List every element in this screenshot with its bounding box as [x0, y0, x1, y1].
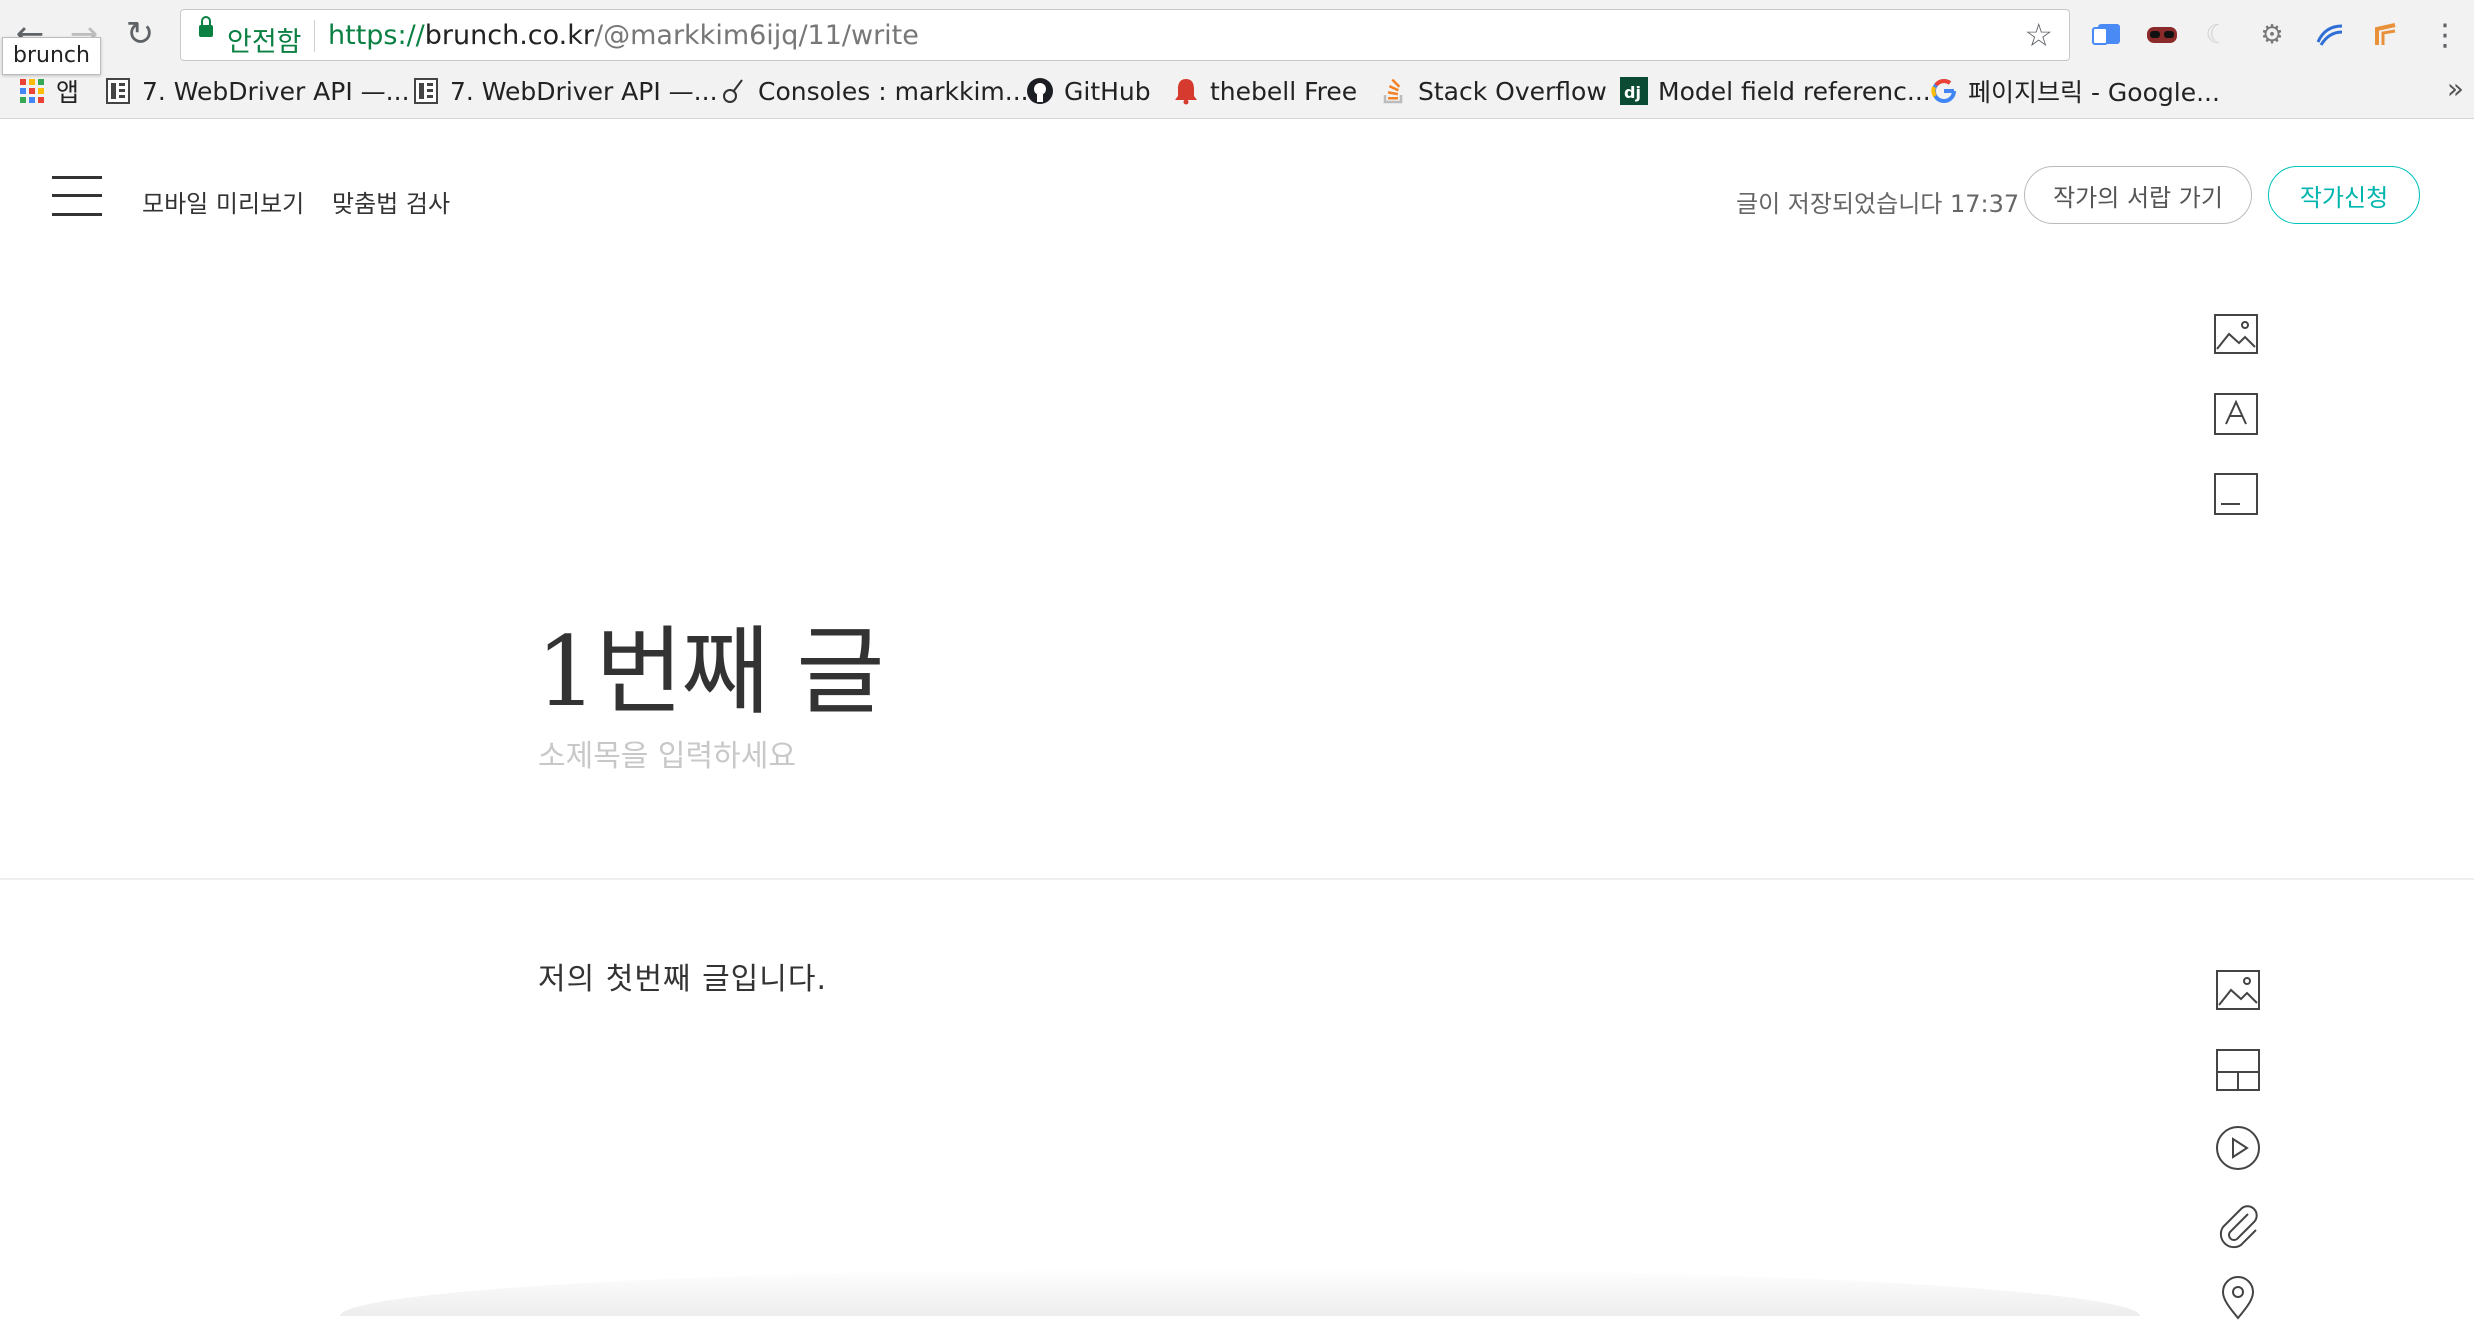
secure-label: 안전함 — [227, 27, 302, 58]
apps-grid-icon — [20, 79, 44, 103]
extension-pencil-icon[interactable] — [2370, 18, 2404, 52]
insert-layout-icon[interactable] — [2214, 1046, 2262, 1094]
bookmark-label: thebell Free — [1210, 76, 1358, 106]
apply-author-button[interactable]: 작가신청 — [2268, 166, 2420, 224]
extension-gear-icon[interactable]: ⚙ — [2255, 18, 2289, 52]
mobile-preview-link[interactable]: 모바일 미리보기 — [142, 184, 304, 219]
django-icon: dj — [1620, 77, 1648, 105]
document-icon — [414, 78, 438, 104]
address-bar[interactable]: 안전함 https://brunch.co.kr/@markkim6ijq/11… — [180, 9, 2070, 61]
align-layout-icon[interactable] — [2212, 470, 2260, 518]
insert-image-icon[interactable] — [2214, 966, 2262, 1014]
bookmark-github[interactable]: GitHub — [1026, 74, 1151, 108]
post-body[interactable]: 저의 첫번째 글입니다. — [538, 954, 827, 998]
spell-check-link[interactable]: 맞춤법 검사 — [332, 184, 450, 219]
url-text[interactable]: https://brunch.co.kr/@markkim6ijq/11/wri… — [328, 20, 919, 51]
bookmark-label: 7. WebDriver API —... — [450, 76, 718, 106]
bookmark-consoles[interactable]: Consoles : markkim... — [720, 74, 1029, 108]
bell-icon — [1175, 79, 1197, 105]
url-host: brunch.co.kr — [424, 20, 594, 51]
bookmark-webdriver-1[interactable]: 7. WebDriver API —... — [104, 74, 410, 108]
cover-image-icon[interactable] — [2212, 310, 2260, 358]
guitar-icon — [723, 79, 743, 103]
title-style-icon[interactable] — [2212, 390, 2260, 438]
reload-icon[interactable]: ↻ — [118, 12, 162, 56]
svg-text:dj: dj — [1624, 83, 1641, 102]
github-icon — [1027, 78, 1053, 104]
extension-mask-icon[interactable] — [2145, 18, 2179, 52]
tab-tooltip: brunch — [2, 37, 101, 75]
hamburger-menu-icon[interactable] — [52, 176, 102, 216]
bookmark-label: Consoles : markkim... — [758, 76, 1029, 106]
insert-video-icon[interactable] — [2214, 1124, 2262, 1172]
bookmark-django[interactable]: dj Model field referenc... — [1620, 74, 1931, 108]
subtitle-input[interactable]: 소제목을 입력하세요 — [538, 731, 796, 775]
document-icon — [106, 78, 130, 104]
extension-wave-icon[interactable] — [2313, 18, 2347, 52]
bookmark-label: Model field referenc... — [1658, 76, 1931, 106]
google-icon — [1931, 79, 1956, 103]
bookmark-star-icon[interactable]: ☆ — [2024, 16, 2053, 54]
browser-menu-icon[interactable]: ⋮ — [2428, 18, 2462, 53]
browser-chrome: ← → ↻ brunch 안전함 https://brunch.co.kr/@m… — [0, 0, 2474, 119]
bookmark-label: 페이지브릭 - Google... — [1968, 78, 2220, 107]
bookmark-webdriver-2[interactable]: 7. WebDriver API —... — [412, 74, 718, 108]
post-title[interactable]: 1번째 글 — [536, 594, 885, 733]
save-status: 글이 저장되었습니다 17:37 — [1736, 190, 2020, 218]
bookmark-label: 앱 — [56, 78, 80, 107]
bookmark-label: 7. WebDriver API —... — [142, 76, 410, 106]
extension-google-translate-icon[interactable] — [2090, 18, 2124, 52]
go-to-library-button[interactable]: 작가의 서랍 가기 — [2024, 166, 2252, 224]
editor-page: 모바일 미리보기 맞춤법 검사 글이 저장되었습니다 17:37 작가의 서랍 … — [0, 118, 2474, 1320]
lock-icon — [199, 16, 213, 37]
title-divider — [0, 878, 2474, 880]
bookmark-stackoverflow[interactable]: Stack Overflow — [1380, 74, 1607, 108]
bookmark-label: GitHub — [1064, 76, 1151, 106]
bottom-toolbar-shadow — [340, 1268, 2140, 1316]
url-path: /@markkim6ijq/11/write — [594, 20, 919, 51]
insert-location-icon[interactable] — [2214, 1274, 2262, 1322]
stackoverflow-icon — [1383, 78, 1403, 104]
attach-file-icon[interactable] — [2214, 1202, 2262, 1250]
bookmarks-bar: 앱 7. WebDriver API —... 7. WebDriver API… — [0, 70, 2474, 112]
url-separator — [314, 20, 315, 52]
bookmark-pagebrick[interactable]: 페이지브릭 - Google... — [1930, 74, 2220, 108]
bookmarks-overflow-button[interactable]: » — [2447, 72, 2464, 105]
bookmark-label: Stack Overflow — [1418, 76, 1607, 106]
bookmark-apps[interactable]: 앱 — [18, 74, 79, 108]
url-scheme: https:// — [328, 20, 425, 51]
extension-moon-icon[interactable]: ☾ — [2200, 18, 2234, 52]
bookmark-thebell[interactable]: thebell Free — [1172, 74, 1357, 108]
